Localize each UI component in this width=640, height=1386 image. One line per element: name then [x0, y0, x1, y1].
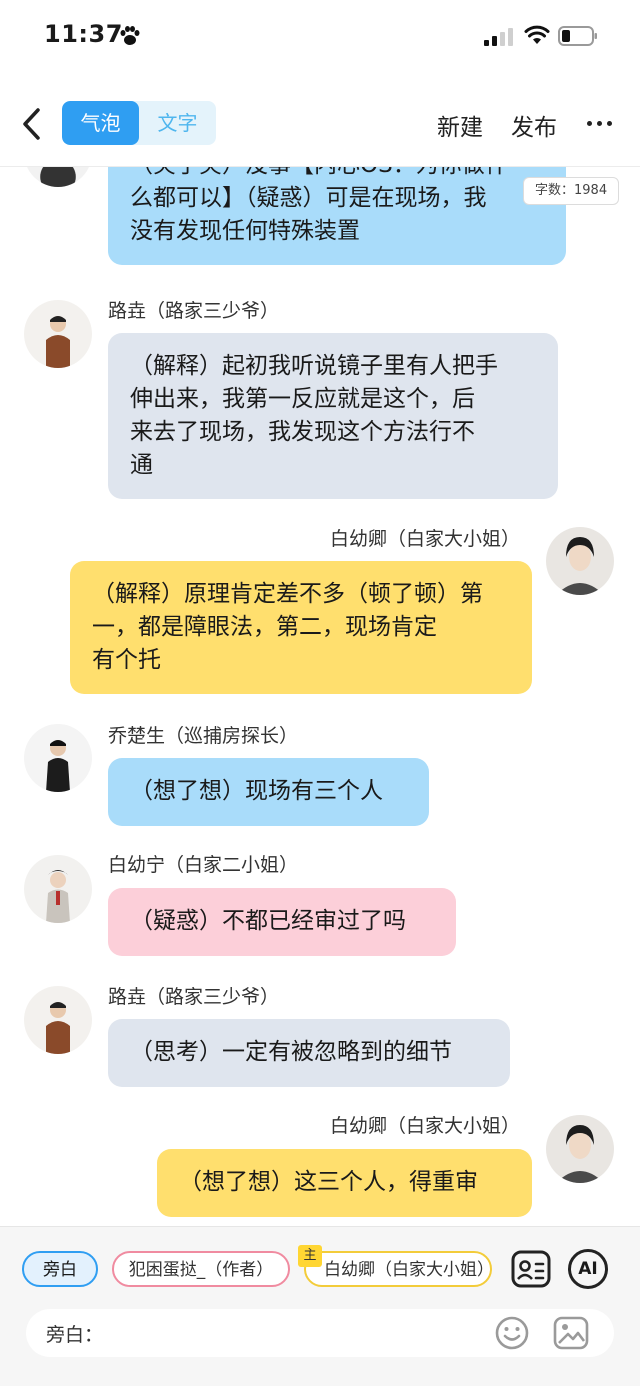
message-bubble[interactable]: （想了想）现场有三个人	[108, 758, 429, 826]
message-bubble[interactable]: （疑惑）不都已经审过了吗	[108, 888, 456, 956]
speaker-name: 白幼卿（白家大小姐）	[330, 1115, 521, 1137]
word-count-badge: 字数：1984	[523, 177, 620, 205]
avatar-lu-yao[interactable]	[24, 300, 92, 368]
composer-role-label: 旁白：	[46, 1324, 104, 1346]
composer-input-row: 旁白：	[26, 1309, 614, 1357]
message-text-line: 来去了现场，我发现这个方法行不	[130, 419, 475, 445]
message-text-line: 有个托	[92, 647, 161, 673]
message-text-line: 么都可以】（疑惑）可是在现场，我	[130, 185, 487, 211]
message-text-line: 伸出来，我第一反应就是这个，后	[130, 386, 475, 412]
avatar-bai-youqing[interactable]	[546, 1115, 614, 1183]
status-bar: 11:37	[0, 0, 640, 72]
message-text-line: 通	[130, 452, 153, 478]
message-text-line: （疑惑）不都已经审过了吗	[130, 908, 406, 934]
speaker-name: 路垚（路家三少爷）	[108, 300, 280, 322]
message-bubble[interactable]: （思考）一定有被忽略到的细节	[108, 1019, 510, 1087]
message-text-line: （想了想）现场有三个人	[130, 778, 383, 804]
status-time: 11:37	[44, 20, 123, 48]
message-text-line: （解释）原理肯定差不多（顿了顿）第	[92, 581, 483, 607]
message-text-line: （解释）起初我听说镜子里有人把手	[130, 353, 498, 379]
main-role-tag: 主	[298, 1245, 322, 1267]
paw-icon	[120, 26, 140, 45]
role-chip-main-character[interactable]: 白幼卿（白家大小姐）	[304, 1251, 492, 1287]
message-text-line: （想了想）这三个人，得重审	[179, 1169, 478, 1195]
tab-bubble[interactable]: 气泡	[62, 101, 139, 145]
signal-icon	[484, 28, 513, 46]
avatar-bai-youning[interactable]	[24, 855, 92, 923]
speaker-name: 白幼宁（白家二小姐）	[108, 854, 299, 876]
role-chip-author[interactable]: 犯困蛋挞_（作者）	[112, 1251, 290, 1287]
composer-bar: 旁白 犯困蛋挞_（作者） 主 白幼卿（白家大小姐） AI 旁白：	[0, 1226, 640, 1386]
speaker-name: 乔楚生（巡捕房探长）	[108, 725, 299, 747]
message-bubble[interactable]: （笑了笑）没事【内心OS：为你做什 么都可以】（疑惑）可是在现场，我 没有发现任…	[108, 167, 566, 265]
chat-area[interactable]: 字数：1984 （笑了笑）没事【内心OS：为你做什 么都可以】（疑惑）可是在现场…	[0, 167, 640, 1225]
role-card-icon[interactable]	[510, 1249, 552, 1289]
role-chip-narrator[interactable]: 旁白	[22, 1251, 98, 1287]
emoji-icon[interactable]	[494, 1315, 530, 1351]
tab-text[interactable]: 文字	[139, 101, 216, 145]
message-input[interactable]	[110, 1317, 494, 1351]
message-text-line: 一，都是障眼法，第二，现场肯定	[92, 614, 437, 640]
avatar-qiao-chusheng[interactable]	[24, 167, 92, 187]
view-mode-toggle: 气泡 文字	[62, 101, 216, 145]
new-button[interactable]: 新建	[437, 108, 483, 142]
message-text-line: （思考）一定有被忽略到的细节	[130, 1039, 452, 1065]
message-bubble[interactable]: （解释）原理肯定差不多（顿了顿）第 一，都是障眼法，第二，现场肯定 有个托	[70, 561, 532, 694]
speaker-name: 路垚（路家三少爷）	[108, 986, 280, 1008]
speaker-name: 白幼卿（白家大小姐）	[330, 528, 521, 550]
more-icon[interactable]	[585, 108, 615, 138]
message-text-line: 没有发现任何特殊装置	[130, 218, 360, 244]
image-icon[interactable]	[552, 1315, 590, 1351]
battery-icon	[558, 26, 597, 46]
nav-bar: 气泡 文字 新建 发布	[0, 90, 640, 167]
ai-icon[interactable]: AI	[568, 1249, 608, 1289]
avatar-qiao-chusheng[interactable]	[24, 724, 92, 792]
message-bubble[interactable]: （解释）起初我听说镜子里有人把手 伸出来，我第一反应就是这个，后 来去了现场，我…	[108, 333, 558, 499]
publish-button[interactable]: 发布	[511, 108, 557, 142]
message-text-line: （笑了笑）没事【内心OS：为你做什	[130, 167, 544, 182]
back-icon[interactable]	[18, 106, 48, 142]
wifi-icon	[524, 25, 550, 44]
avatar-bai-youqing[interactable]	[546, 527, 614, 595]
avatar-lu-yao[interactable]	[24, 986, 92, 1054]
message-bubble[interactable]: （想了想）这三个人，得重审	[157, 1149, 532, 1217]
